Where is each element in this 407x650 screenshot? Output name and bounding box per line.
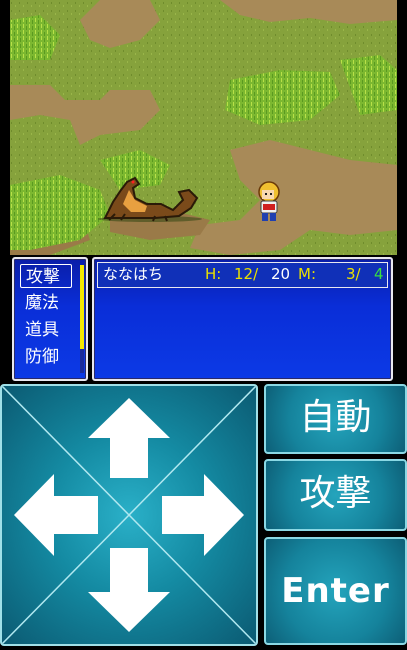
hp-max: 20 (271, 265, 291, 283)
hp-current: 12/ (234, 265, 259, 283)
direction-pad-graphic (2, 386, 256, 644)
mp-label: M: (298, 265, 316, 283)
up-arrow-icon[interactable] (88, 398, 170, 478)
command-scrollbar[interactable] (80, 265, 84, 373)
command-menu: 攻撃 魔法 道具 防御 (12, 257, 88, 381)
hero-sprite (258, 181, 280, 221)
command-magic[interactable]: 魔法 (20, 291, 72, 315)
lizard-enemy-sprite[interactable] (95, 174, 205, 224)
direction-pad[interactable] (0, 384, 258, 646)
party-member-name: ななはち (103, 265, 164, 283)
mp-max: 4 (374, 265, 384, 283)
command-attack[interactable]: 攻撃 (20, 264, 72, 288)
auto-button[interactable]: 自動 (264, 384, 407, 454)
mp-current: 3/ (346, 265, 361, 283)
hp-label: H: (205, 265, 222, 283)
left-arrow-icon[interactable] (14, 474, 98, 556)
battle-field (10, 0, 397, 255)
down-arrow-icon[interactable] (88, 548, 170, 632)
attack-button[interactable]: 攻撃 (264, 459, 407, 531)
command-defend[interactable]: 防御 (20, 345, 72, 369)
command-item[interactable]: 道具 (20, 318, 72, 342)
party-member-row: ななはち H: 12/ 20 M: 3/ 4 (97, 262, 388, 288)
party-status-window: ななはち H: 12/ 20 M: 3/ 4 (92, 257, 393, 381)
right-arrow-icon[interactable] (162, 474, 244, 556)
command-scrollbar-thumb[interactable] (80, 265, 84, 349)
enter-button[interactable]: Enter (264, 537, 407, 645)
